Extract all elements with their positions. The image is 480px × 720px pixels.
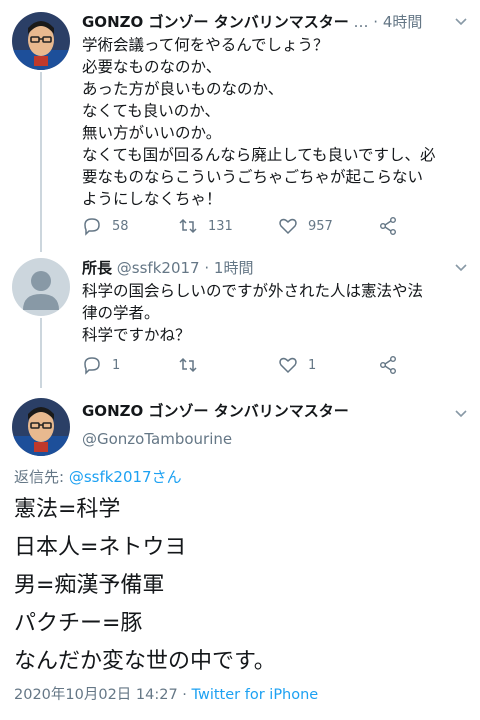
tweet2-header: 所長 @ssfk2017 · 1時間 xyxy=(82,259,254,277)
tweet1-line: あった方が良いものなのか、 xyxy=(82,80,284,98)
like-icon xyxy=(279,357,297,374)
retweet-count: 131 xyxy=(208,218,233,234)
tweet1-ellipsis: … xyxy=(353,13,369,31)
tweet2-author-name[interactable]: 所長 xyxy=(82,259,112,277)
chevron-down-icon[interactable] xyxy=(452,404,470,422)
like-button[interactable]: 1 xyxy=(278,353,316,377)
tweet1-actions: 58 131 957 xyxy=(82,214,440,238)
tweet1-header: GONZO ゴンゾー タンバリンマスター … · 4時間 xyxy=(82,13,423,31)
thread-connector xyxy=(40,318,42,388)
tweet1-line: 必要なものなのか、 xyxy=(82,58,222,76)
main-tweet-line: パクチー=豚 xyxy=(14,611,143,636)
reply-count: 58 xyxy=(112,218,129,234)
retweet-button[interactable] xyxy=(178,353,208,377)
share-icon xyxy=(380,356,396,374)
tweet2-time[interactable]: 1時間 xyxy=(214,259,254,277)
tweet2-line: 律の学者。 xyxy=(82,304,160,322)
tweet2-line: 科学の国会らしいのですが外された人は憲法や法 xyxy=(82,282,424,300)
replying-to: 返信先: @ssfk2017さん xyxy=(14,466,182,488)
tweet1-line: 要なものならこういうごちゃごちゃが起こらない xyxy=(82,168,424,186)
share-button[interactable] xyxy=(378,353,398,377)
tweet1-line: なくても良いのか、 xyxy=(82,102,220,120)
tweet1-line: ようにしなくちゃ！ xyxy=(82,190,222,208)
replying-to-link[interactable]: @ssfk2017さん xyxy=(69,468,182,486)
tweet2-text: 科学の国会らしいのですが外された人は憲法や法 律の学者。 科学ですかね？ xyxy=(82,280,466,346)
retweet-icon xyxy=(179,218,197,234)
share-icon xyxy=(380,217,396,235)
main-tweet-line: 男=痴漢予備軍 xyxy=(14,573,165,598)
reply-count: 1 xyxy=(112,357,121,373)
tweet-datetime[interactable]: 2020年10月02日 14:27 xyxy=(14,687,178,703)
chevron-down-icon[interactable] xyxy=(452,12,470,30)
reply-button[interactable]: 1 xyxy=(82,353,120,377)
replying-to-label: 返信先: xyxy=(14,468,69,486)
tweet2-handle[interactable]: @ssfk2017 xyxy=(117,259,200,277)
tweet1-time[interactable]: 4時間 xyxy=(383,13,423,31)
main-author-name[interactable]: GONZO ゴンゾー タンバリンマスター xyxy=(82,400,349,422)
main-author-handle[interactable]: @GonzoTambourine xyxy=(82,428,232,450)
tweet-source[interactable]: Twitter for iPhone xyxy=(192,687,319,703)
thread-connector xyxy=(40,72,42,252)
chevron-down-icon[interactable] xyxy=(452,258,470,276)
tweet1-line: 無い方がいいのか。 xyxy=(82,124,222,142)
like-icon xyxy=(279,218,297,235)
tweet1-author-name[interactable]: GONZO ゴンゾー タンバリンマスター xyxy=(82,13,349,31)
reply-button[interactable]: 58 xyxy=(82,214,129,238)
avatar-gonzo[interactable] xyxy=(12,398,70,456)
tweet1-line: 学術会議って何をやるんでしょう？ xyxy=(82,36,329,54)
like-button[interactable]: 957 xyxy=(278,214,333,238)
tweet1-text: 学術会議って何をやるんでしょう？ 必要なものなのか、 あった方が良いものなのか、… xyxy=(82,34,466,210)
like-count: 1 xyxy=(308,357,317,373)
main-tweet-line: なんだか変な世の中です。 xyxy=(14,649,276,674)
reply-icon xyxy=(84,357,100,375)
avatar-gonzo[interactable] xyxy=(12,12,70,70)
tweet2-line: 科学ですかね？ xyxy=(82,326,191,344)
tweet-footer: 2020年10月02日 14:27 · Twitter for iPhone xyxy=(14,687,319,703)
main-tweet-line: 憲法=科学 xyxy=(14,497,121,522)
main-tweet-line: 日本人=ネトウヨ xyxy=(14,535,187,560)
share-button[interactable] xyxy=(378,214,398,238)
retweet-icon xyxy=(179,357,197,373)
avatar-default[interactable] xyxy=(12,258,70,316)
like-count: 957 xyxy=(308,218,333,234)
reply-icon xyxy=(84,218,100,236)
tweet2-actions: 1 1 xyxy=(82,353,440,377)
retweet-button[interactable]: 131 xyxy=(178,214,233,238)
tweet1-line: なくても国が回るんなら廃止しても良いですし、必 xyxy=(82,146,436,164)
